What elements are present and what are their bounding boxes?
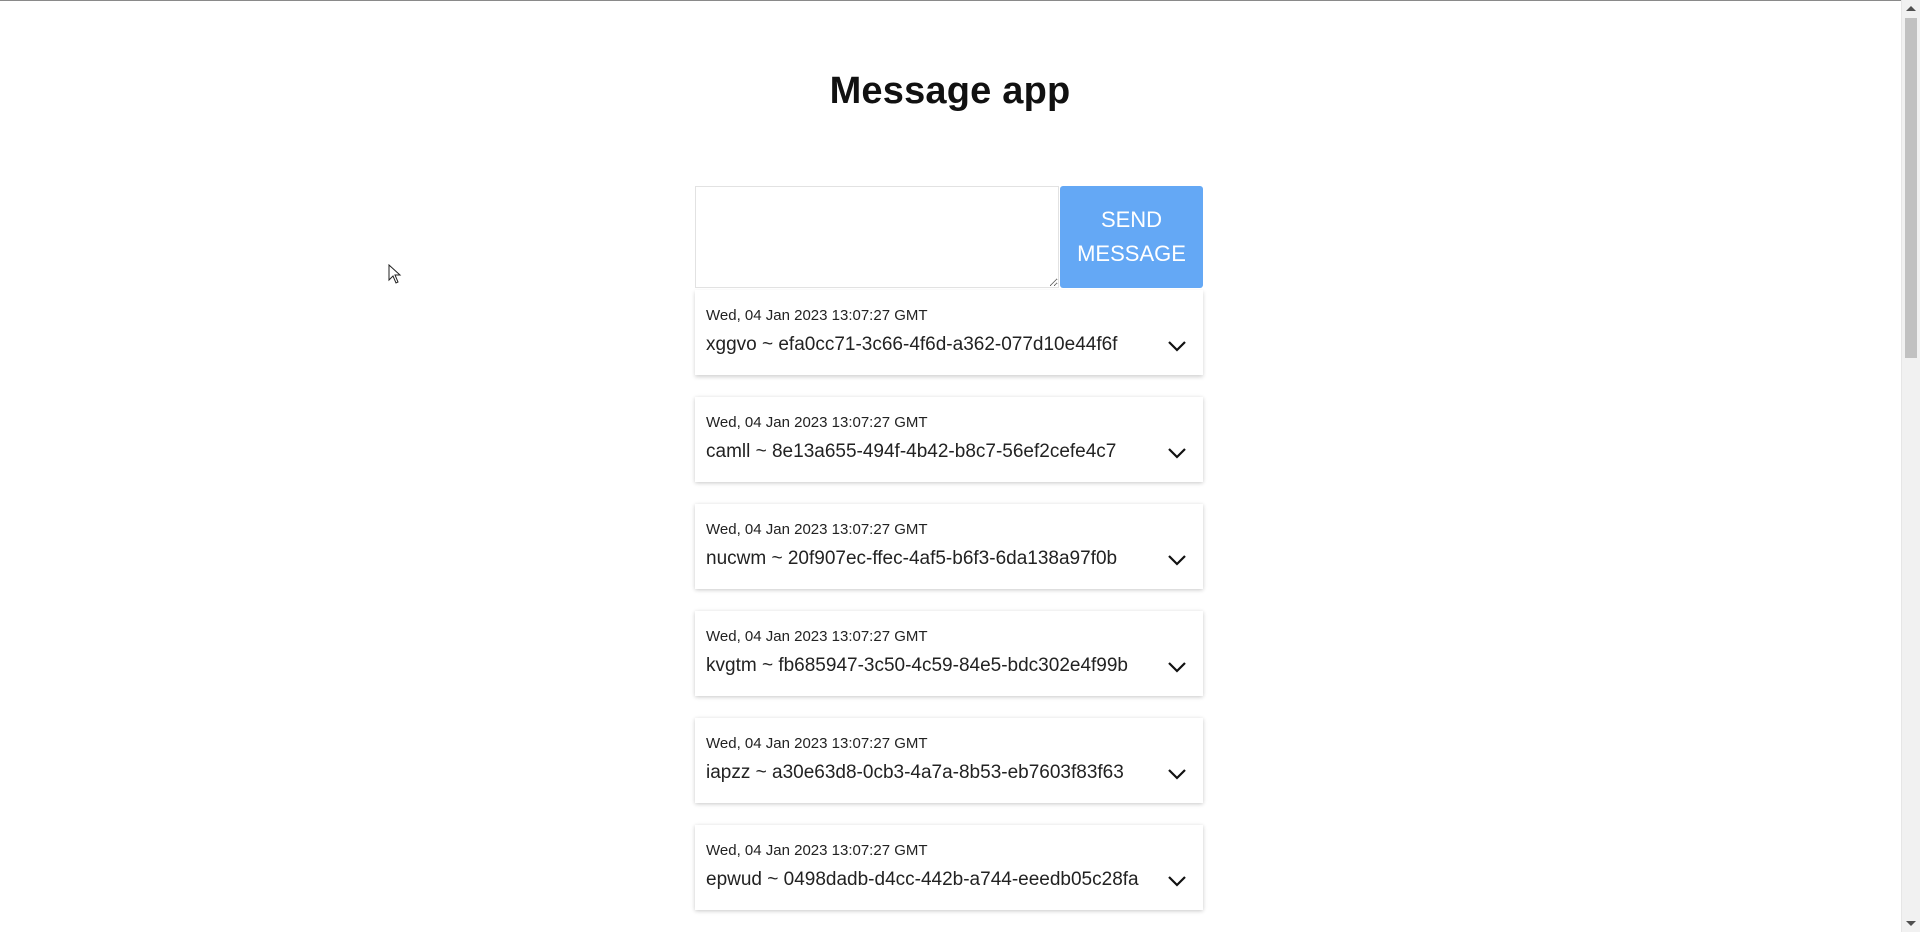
message-content: xggvo ~ efa0cc71-3c66-4f6d-a362-077d10e4…: [706, 334, 1118, 355]
message-card: Wed, 04 Jan 2023 13:07:27 GMT nucwm ~ 20…: [695, 504, 1203, 589]
mouse-cursor-icon: [388, 264, 402, 284]
scroll-up-arrow-icon[interactable]: [1906, 6, 1916, 11]
scroll-down-arrow-icon[interactable]: [1906, 921, 1916, 926]
message-timestamp: Wed, 04 Jan 2023 13:07:27 GMT: [706, 628, 928, 645]
chevron-down-icon[interactable]: [1165, 655, 1189, 679]
scrollbar-thumb[interactable]: [1905, 18, 1917, 358]
message-card: Wed, 04 Jan 2023 13:07:27 GMT iapzz ~ a3…: [695, 718, 1203, 803]
message-content: kvgtm ~ fb685947-3c50-4c59-84e5-bdc302e4…: [706, 655, 1128, 676]
chevron-down-icon[interactable]: [1165, 869, 1189, 893]
message-content: camll ~ 8e13a655-494f-4b42-b8c7-56ef2cef…: [706, 441, 1117, 462]
chevron-down-icon[interactable]: [1165, 334, 1189, 358]
window-top-border: [0, 0, 1920, 1]
chevron-down-icon[interactable]: [1165, 548, 1189, 572]
message-timestamp: Wed, 04 Jan 2023 13:07:27 GMT: [706, 414, 928, 431]
page-title: Message app: [829, 70, 1071, 112]
message-timestamp: Wed, 04 Jan 2023 13:07:27 GMT: [706, 307, 928, 324]
message-composer: SEND MESSAGE: [695, 186, 1203, 288]
page: Message app SEND MESSAGE Wed, 04 Jan 202…: [0, 0, 1920, 932]
chevron-down-icon[interactable]: [1165, 762, 1189, 786]
message-timestamp: Wed, 04 Jan 2023 13:07:27 GMT: [706, 735, 928, 752]
message-list: Wed, 04 Jan 2023 13:07:27 GMT xggvo ~ ef…: [695, 290, 1203, 932]
chevron-down-icon[interactable]: [1165, 441, 1189, 465]
message-content: epwud ~ 0498dadb-d4cc-442b-a744-eeedb05c…: [706, 869, 1139, 890]
message-content: iapzz ~ a30e63d8-0cb3-4a7a-8b53-eb7603f8…: [706, 762, 1124, 783]
message-card: Wed, 04 Jan 2023 13:07:27 GMT epwud ~ 04…: [695, 825, 1203, 910]
message-content: nucwm ~ 20f907ec-ffec-4af5-b6f3-6da138a9…: [706, 548, 1118, 569]
vertical-scrollbar[interactable]: [1901, 0, 1920, 932]
message-input[interactable]: [695, 186, 1059, 288]
message-card: Wed, 04 Jan 2023 13:07:27 GMT xggvo ~ ef…: [695, 290, 1203, 375]
send-message-button[interactable]: SEND MESSAGE: [1060, 186, 1203, 288]
message-timestamp: Wed, 04 Jan 2023 13:07:27 GMT: [706, 842, 928, 859]
message-timestamp: Wed, 04 Jan 2023 13:07:27 GMT: [706, 521, 928, 538]
message-card: Wed, 04 Jan 2023 13:07:27 GMT kvgtm ~ fb…: [695, 611, 1203, 696]
message-card: Wed, 04 Jan 2023 13:07:27 GMT camll ~ 8e…: [695, 397, 1203, 482]
